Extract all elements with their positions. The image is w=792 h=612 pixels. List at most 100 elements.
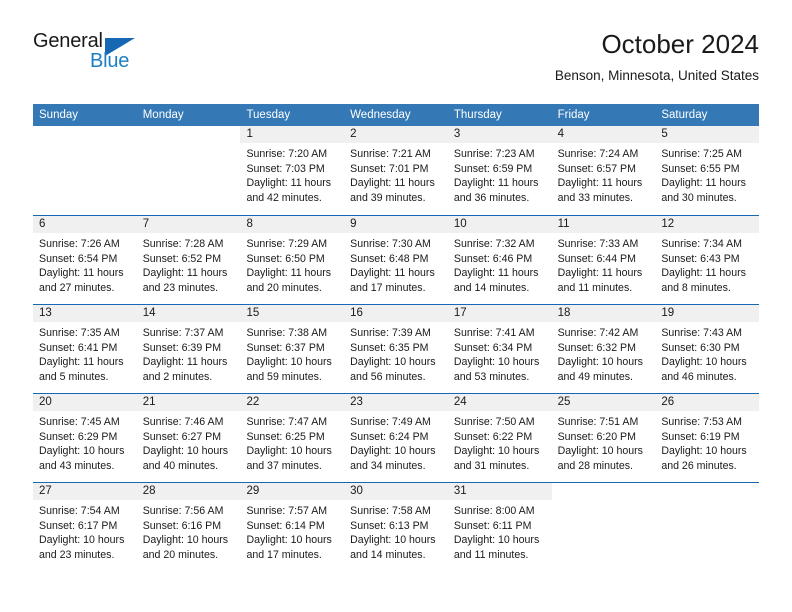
day-details: Sunrise: 7:43 AM Sunset: 6:30 PM Daylight:… (655, 322, 759, 384)
day-number-band: 24 (447, 394, 552, 411)
calendar-week-row: 27 Sunrise: 7:54 AM Sunset: 6:17 PM Dayligh… (33, 482, 760, 571)
weekday-header-row: Sunday Monday Tuesday Wednesday Thursday Frid… (33, 104, 759, 126)
calendar-weeks: 1 Sunrise: 7:20 AM Sunset: 7:03 PM Daylight… (33, 126, 760, 571)
calendar-day-cell[interactable]: 18 Sunrise: 7:42 AM Sunset: 6:32 PM Dayligh… (551, 305, 656, 393)
day-number: 16 (350, 307, 363, 319)
weekday-header-sunday: Sunday (39, 109, 79, 121)
day-number-band: 27 (33, 483, 137, 500)
day-details: Sunrise: 7:33 AM Sunset: 6:44 PM Daylight:… (552, 233, 656, 295)
calendar-day-cell[interactable]: 20 Sunrise: 7:45 AM Sunset: 6:29 PM Dayligh… (33, 394, 137, 482)
day-number: 1 (246, 128, 253, 140)
day-detail-line: Daylight: 10 hours (557, 356, 643, 369)
day-detail-line: Daylight: 11 hours (453, 267, 539, 280)
day-detail-line: Daylight: 10 hours (661, 356, 747, 369)
day-detail-line: Daylight: 10 hours (557, 445, 643, 458)
day-number-band: 9 (344, 216, 448, 233)
calendar-day-cell[interactable]: 1 Sunrise: 7:20 AM Sunset: 7:03 PM Daylight… (240, 126, 345, 215)
day-detail-line: Sunset: 6:48 PM (350, 252, 429, 265)
day-detail-line: Sunset: 6:19 PM (661, 430, 740, 443)
day-detail-line: Sunrise: 7:43 AM (661, 327, 742, 339)
calendar-day-cell[interactable]: 27 Sunrise: 7:54 AM Sunset: 6:17 PM Dayligh… (33, 483, 137, 571)
calendar-day-cell[interactable]: 17 Sunrise: 7:41 AM Sunset: 6:34 PM Dayligh… (447, 305, 552, 393)
calendar-day-cell[interactable]: 23 Sunrise: 7:49 AM Sunset: 6:24 PM Dayligh… (344, 394, 448, 482)
calendar-day-cell[interactable]: 15 Sunrise: 7:38 AM Sunset: 6:37 PM Dayligh… (240, 305, 345, 393)
day-detail-line: Sunrise: 7:57 AM (246, 505, 328, 517)
day-detail-line: Daylight: 10 hours (142, 534, 229, 547)
calendar-day-cell[interactable]: 22 Sunrise: 7:47 AM Sunset: 6:25 PM Dayligh… (240, 394, 345, 482)
calendar-day-cell[interactable]: 8 Sunrise: 7:29 AM Sunset: 6:50 PM Daylight… (240, 216, 345, 304)
day-detail-line: Sunrise: 7:30 AM (350, 238, 431, 250)
calendar-day-cell[interactable]: 16 Sunrise: 7:39 AM Sunset: 6:35 PM Dayligh… (344, 305, 448, 393)
day-detail-line: Sunrise: 7:26 AM (39, 238, 120, 250)
day-detail-line: Daylight: 11 hours (142, 356, 228, 369)
calendar-day-cell[interactable]: 13 Sunrise: 7:35 AM Sunset: 6:41 PM Dayligh… (33, 305, 137, 393)
calendar-day-cell[interactable]: 4 Sunrise: 7:24 AM Sunset: 6:57 PM Daylight… (551, 126, 656, 215)
day-detail-line: Sunrise: 7:33 AM (557, 238, 639, 250)
day-detail-line: Sunrise: 8:00 AM (453, 505, 535, 517)
calendar-day-cell[interactable]: 25 Sunrise: 7:51 AM Sunset: 6:20 PM Dayligh… (551, 394, 656, 482)
calendar-day-cell[interactable]: 9 Sunrise: 7:30 AM Sunset: 6:48 PM Daylight… (344, 216, 448, 304)
calendar-day-cell[interactable]: 10 Sunrise: 7:32 AM Sunset: 6:46 PM Dayligh… (447, 216, 552, 304)
day-number-band (655, 483, 759, 500)
calendar-day-cell[interactable]: 29 Sunrise: 7:57 AM Sunset: 6:14 PM Dayligh… (240, 483, 345, 571)
day-detail-line: Sunset: 6:16 PM (142, 519, 222, 532)
calendar-day-cell[interactable]: 26 Sunrise: 7:53 AM Sunset: 6:19 PM Dayligh… (655, 394, 760, 482)
calendar-empty-cell (655, 483, 760, 571)
day-detail-line: Daylight: 11 hours (142, 267, 228, 280)
day-detail-line: Sunset: 6:55 PM (661, 162, 740, 175)
day-number: 24 (453, 396, 467, 408)
day-detail-line: and 17 minutes. (350, 281, 426, 294)
day-details (137, 143, 241, 147)
day-number-band: 19 (655, 305, 760, 322)
day-number: 10 (453, 218, 467, 230)
day-number: 3 (453, 128, 461, 140)
day-number-band: 30 (344, 483, 448, 500)
day-number-band: 22 (240, 394, 345, 411)
calendar-day-cell[interactable]: 2 Sunrise: 7:21 AM Sunset: 7:01 PM Daylight… (344, 126, 448, 215)
day-details: Sunrise: 7:21 AM Sunset: 7:01 PM Daylight:… (344, 143, 448, 205)
day-detail-line: Sunset: 7:03 PM (246, 162, 325, 175)
title-block: October 2024 Benson, Minnesota, United S… (555, 28, 759, 86)
calendar-day-cell[interactable]: 12 Sunrise: 7:34 AM Sunset: 6:43 PM Dayligh… (655, 216, 760, 304)
day-detail-line: Sunrise: 7:34 AM (661, 238, 742, 250)
day-detail-line: Daylight: 11 hours (557, 267, 643, 280)
page-header: General Blue October 2024 Benson, Minnes… (33, 28, 759, 98)
day-details: Sunrise: 7:23 AM Sunset: 6:59 PM Daylight:… (448, 143, 552, 205)
day-detail-line: and 14 minutes. (453, 281, 530, 294)
day-number: 27 (39, 485, 52, 497)
day-number-band: 3 (447, 126, 552, 143)
day-detail-line: Daylight: 10 hours (350, 356, 436, 369)
day-detail-line: Sunrise: 7:42 AM (557, 327, 639, 339)
calendar-day-cell[interactable]: 21 Sunrise: 7:46 AM Sunset: 6:27 PM Dayligh… (136, 394, 241, 482)
day-detail-line: Daylight: 10 hours (350, 445, 436, 458)
weekday-header-monday: Monday (142, 109, 184, 121)
day-number-band: 6 (33, 216, 137, 233)
day-number-band: 15 (240, 305, 345, 322)
day-detail-line: Daylight: 11 hours (350, 267, 435, 280)
day-detail-line: Sunrise: 7:28 AM (142, 238, 224, 250)
day-details: Sunrise: 7:41 AM Sunset: 6:34 PM Daylight:… (448, 322, 552, 384)
day-number: 7 (142, 218, 150, 230)
calendar-day-cell[interactable]: 3 Sunrise: 7:23 AM Sunset: 6:59 PM Daylight… (447, 126, 552, 215)
calendar-day-cell[interactable]: 24 Sunrise: 7:50 AM Sunset: 6:22 PM Dayligh… (447, 394, 552, 482)
calendar-day-cell[interactable]: 28 Sunrise: 7:56 AM Sunset: 6:16 PM Dayligh… (136, 483, 241, 571)
day-detail-line: Sunrise: 7:23 AM (453, 148, 535, 160)
day-detail-line: Daylight: 11 hours (557, 177, 643, 190)
calendar-day-cell[interactable]: 19 Sunrise: 7:43 AM Sunset: 6:30 PM Dayligh… (655, 305, 760, 393)
day-number: 20 (39, 396, 52, 408)
calendar-day-cell[interactable]: 7 Sunrise: 7:28 AM Sunset: 6:52 PM Daylight… (136, 216, 241, 304)
day-detail-line: Sunset: 6:50 PM (246, 252, 325, 265)
calendar-day-cell[interactable]: 30 Sunrise: 7:58 AM Sunset: 6:13 PM Dayligh… (344, 483, 448, 571)
calendar-day-cell[interactable]: 11 Sunrise: 7:33 AM Sunset: 6:44 PM Dayligh… (551, 216, 656, 304)
general-blue-logo[interactable]: General Blue (33, 30, 153, 80)
calendar-day-cell[interactable]: 5 Sunrise: 7:25 AM Sunset: 6:55 PM Daylight… (655, 126, 760, 215)
calendar-day-cell[interactable]: 14 Sunrise: 7:37 AM Sunset: 6:39 PM Dayligh… (136, 305, 241, 393)
day-number: 13 (39, 307, 52, 319)
day-detail-line: and 23 minutes. (39, 548, 115, 561)
day-number-band: 5 (655, 126, 760, 143)
day-detail-line: Sunset: 6:41 PM (39, 341, 118, 354)
day-detail-line: Daylight: 11 hours (453, 177, 539, 190)
day-detail-line: Sunset: 6:57 PM (557, 162, 636, 175)
calendar-day-cell[interactable]: 31 Sunrise: 8:00 AM Sunset: 6:11 PM Dayligh… (447, 483, 552, 571)
calendar-day-cell[interactable]: 6 Sunrise: 7:26 AM Sunset: 6:54 PM Daylight… (33, 216, 137, 304)
